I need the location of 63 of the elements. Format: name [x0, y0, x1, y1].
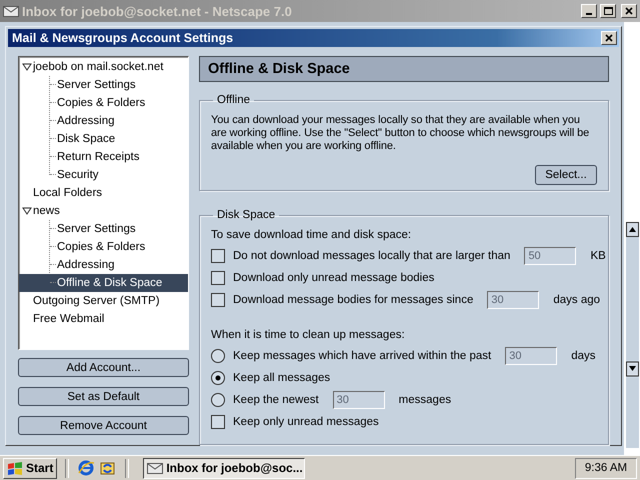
account-button[interactable]: Add Account...	[18, 358, 189, 377]
checkbox[interactable]	[211, 249, 225, 263]
maximize-button[interactable]	[600, 4, 616, 18]
radio-button[interactable]	[211, 393, 225, 407]
tree-item[interactable]: Addressing	[19, 112, 188, 130]
tree-item[interactable]: Offline & Disk Space	[19, 274, 188, 292]
option-label: Keep messages which have arrived within the past	[233, 350, 492, 362]
tree-item[interactable]: Server Settings	[19, 220, 188, 238]
tree-item[interactable]: Disk Space	[19, 130, 188, 148]
minimize-button[interactable]	[581, 4, 597, 18]
taskbar-button[interactable]: Inbox for joebob@soc...	[143, 458, 306, 478]
windows-logo-icon	[7, 460, 23, 476]
tree-item[interactable]: Free Webmail	[19, 310, 188, 328]
envelope-icon	[147, 461, 164, 475]
tree-item[interactable]: Security	[19, 166, 188, 184]
radio-button[interactable]	[211, 349, 225, 363]
scrollbar[interactable]	[626, 222, 639, 448]
maximize-icon[interactable]	[604, 7, 612, 15]
unit-label: messages	[398, 394, 452, 406]
option-label: Download message bodies for messages since	[233, 294, 474, 306]
radio-button[interactable]	[211, 371, 225, 385]
group-legend: Disk Space	[213, 210, 280, 221]
option-label: Keep only unread messages	[233, 416, 379, 428]
account-tree[interactable]	[18, 56, 189, 350]
option-label: Keep all messages	[233, 372, 330, 384]
close-icon[interactable]	[605, 34, 613, 42]
account-button[interactable]: Set as Default	[18, 387, 189, 406]
browser-icon[interactable]	[77, 459, 96, 477]
option-label: Do not download messages locally that are larger than	[233, 250, 510, 262]
section-label: When it is time to clean up messages:	[211, 328, 406, 343]
expander-icon[interactable]	[22, 206, 32, 216]
checkbox[interactable]	[211, 271, 225, 285]
panel-header: Offline & Disk Space	[199, 56, 609, 82]
checkbox[interactable]	[211, 293, 225, 307]
option-label: Keep the newest	[233, 394, 319, 406]
description-text: You can download your messages locally so that they are available when you are working offline. Use the "Select" button to choose which newsgroups will be available when you are working offline.	[211, 114, 590, 153]
tree-item[interactable]: Outgoing Server (SMTP)	[19, 292, 188, 310]
tree-item[interactable]: Addressing	[19, 256, 188, 274]
close-icon[interactable]	[625, 7, 633, 15]
select-button[interactable]: Select...	[535, 165, 597, 185]
envelope-icon	[3, 4, 19, 18]
section-label: To save download time and disk space:	[211, 228, 412, 243]
tree-item[interactable]: Server Settings	[19, 76, 188, 94]
dialog-title: Mail & Newsgroups Account Settings	[12, 31, 234, 45]
tree-item[interactable]: joebob on mail.socket.net	[19, 58, 188, 76]
tree-item[interactable]: news	[19, 202, 188, 220]
tree-item[interactable]: Local Folders	[19, 184, 188, 202]
checkbox[interactable]	[211, 415, 225, 429]
unit-label: KB	[590, 250, 606, 262]
clock: 9:36 AM	[575, 458, 637, 478]
expander-icon[interactable]	[22, 62, 32, 72]
account-button[interactable]: Remove Account	[18, 416, 189, 435]
close-button[interactable]	[601, 31, 617, 45]
window-title: Inbox for joebob@socket.net - Netscape 7.0	[22, 4, 293, 18]
tree-item[interactable]: Return Receipts	[19, 148, 188, 166]
tree-item[interactable]: Copies & Folders	[19, 238, 188, 256]
unit-label: days	[571, 350, 596, 362]
tree-item[interactable]: Copies & Folders	[19, 94, 188, 112]
unit-label: days ago	[553, 294, 600, 306]
start-button[interactable]: Start	[3, 458, 58, 478]
close-button[interactable]	[621, 4, 637, 18]
option-label: Download only unread message bodies	[233, 272, 434, 284]
group-legend: Offline	[213, 94, 254, 106]
